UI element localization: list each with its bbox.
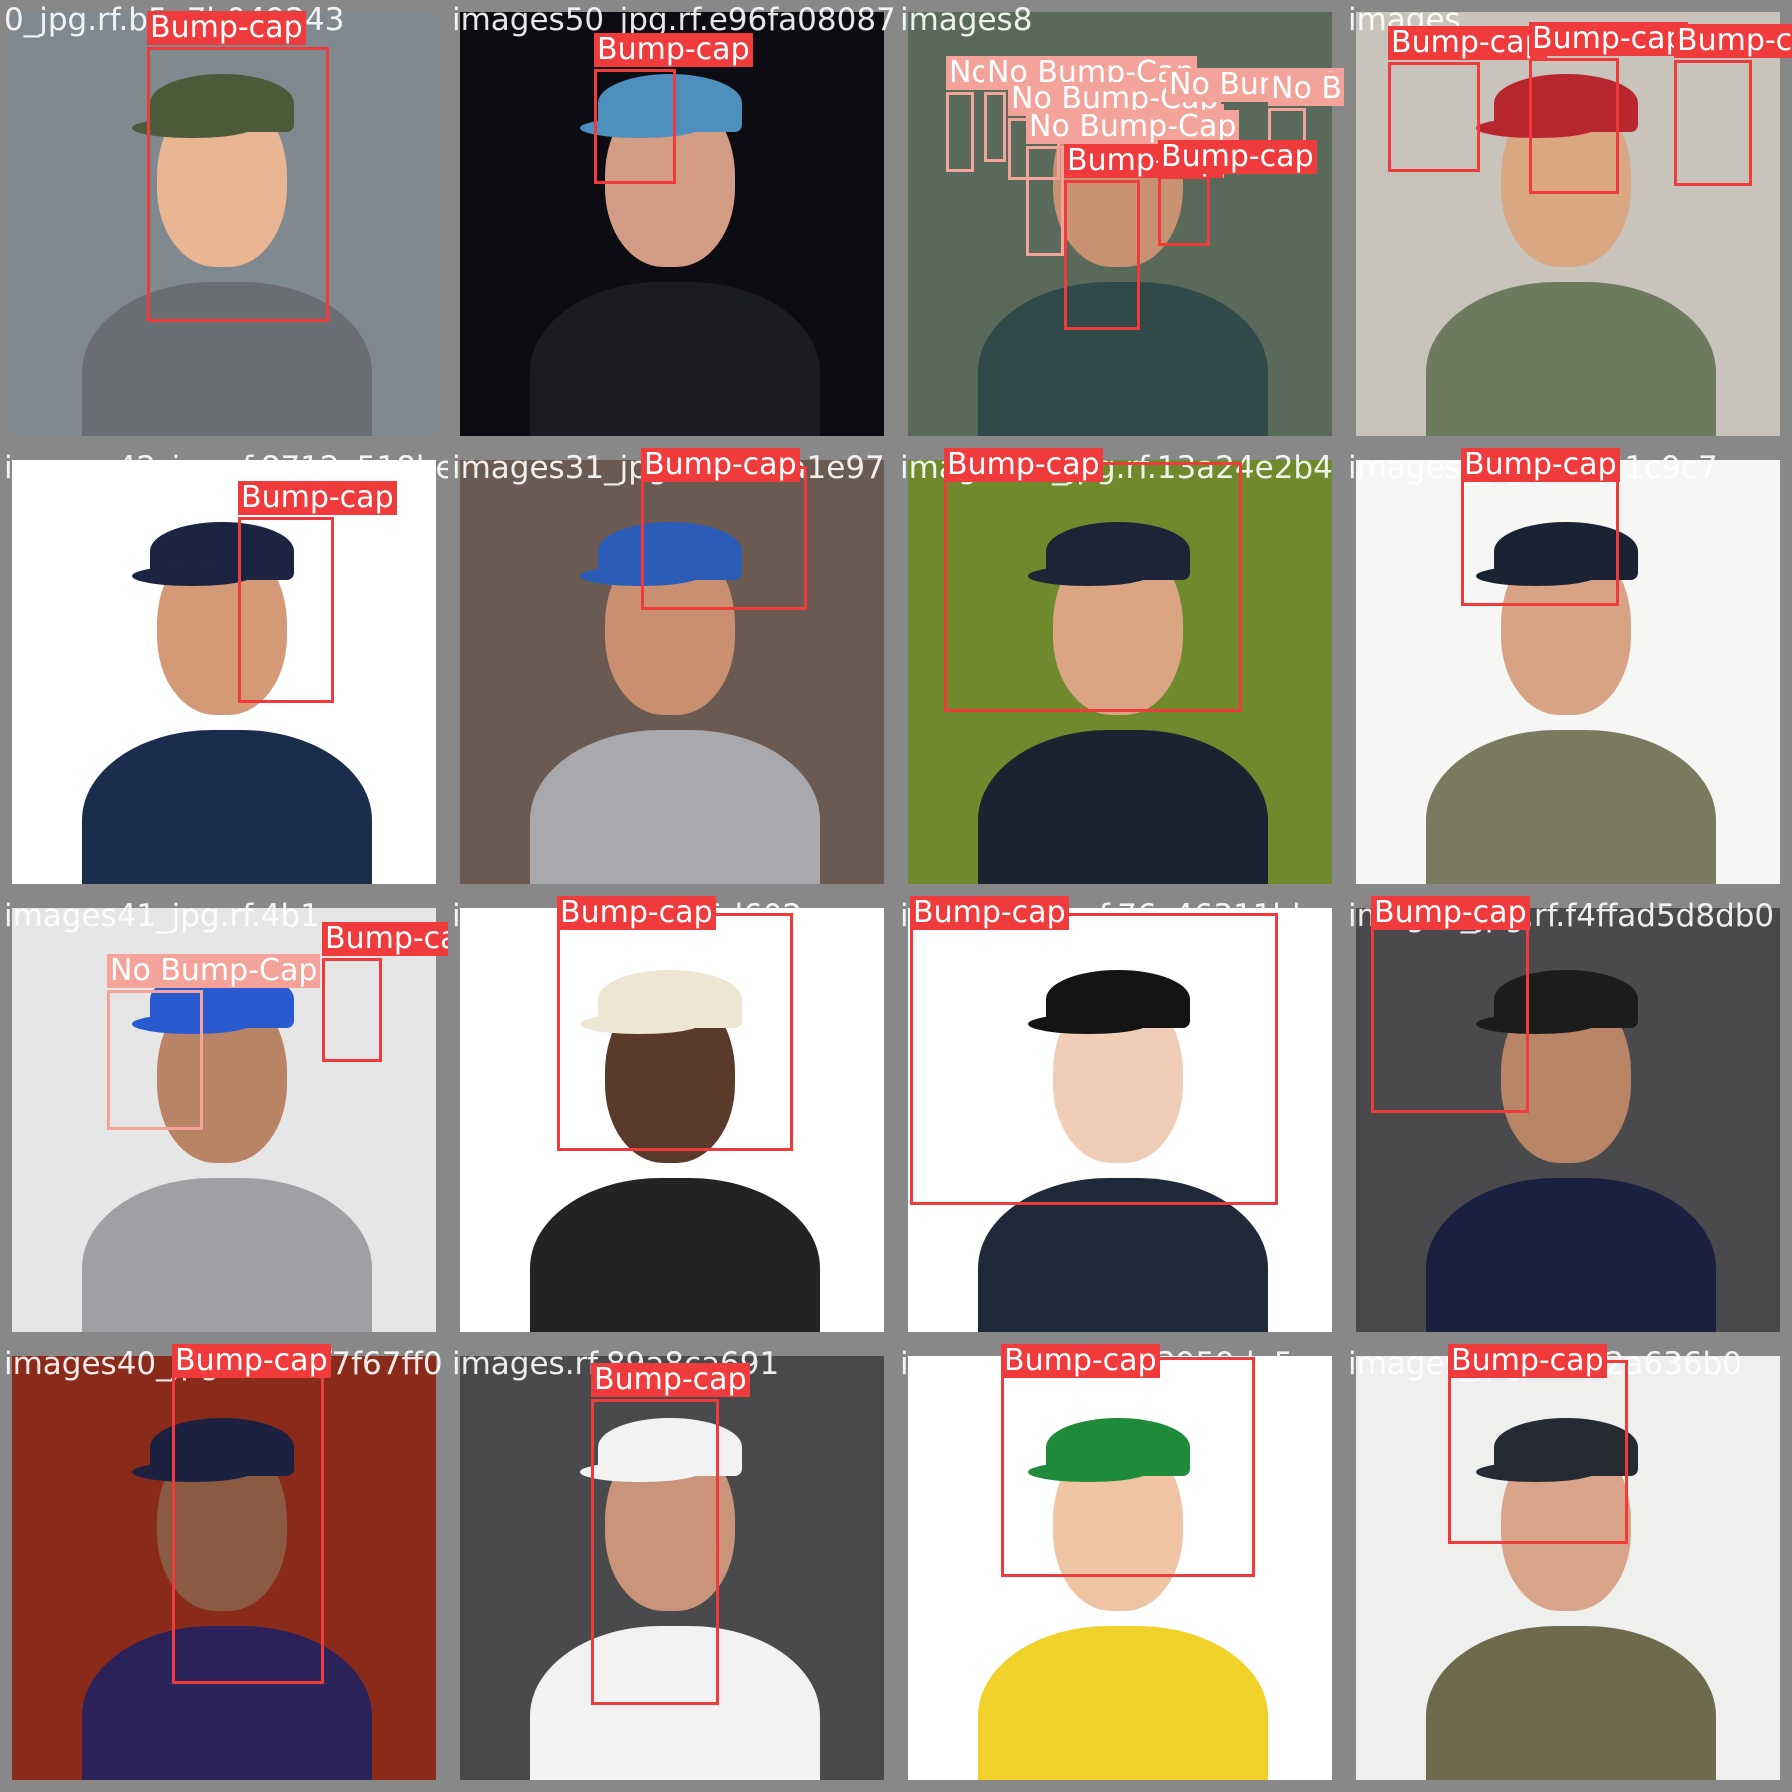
detection-label: Bump-cap [1448, 1344, 1607, 1378]
detection-box [591, 1399, 719, 1705]
image-tile: images_jpg.rf.ba3959de5Bump-cap [896, 1344, 1344, 1792]
detection-label: Bump-cap [944, 448, 1103, 482]
detection-box [1026, 146, 1064, 256]
detection-label: Bump-cap [591, 1363, 750, 1397]
person-torso [530, 282, 820, 436]
person-torso [530, 730, 820, 884]
detection-label: Bump-cap [910, 896, 1069, 930]
detection-box [1371, 913, 1529, 1113]
image-tile: images50_jpg.rf.e96fa08087 Bump-cap [448, 0, 896, 448]
detection-label: Bump-cap [147, 11, 306, 45]
person-torso [1426, 282, 1716, 436]
detection-box [1461, 464, 1619, 606]
image-tile: images89_jpg.rf.13a24e2b4 Bump-cap [896, 448, 1344, 896]
image-filename: images8 [900, 2, 1033, 38]
detection-label: Bump-cap [1371, 896, 1530, 930]
image-tile: images_jpg.rf.d051c9c7Bump-cap [1344, 448, 1792, 896]
image-tile: images.rf.ebbd15d602Bump-cap [448, 896, 896, 1344]
detection-grid: 0_jpg.rf.b5a7b049243Bump-capimages50_jpg… [0, 0, 1792, 1792]
detection-label: Bump-cap [1674, 24, 1792, 58]
person-torso [530, 1178, 820, 1332]
detection-box [1001, 1357, 1255, 1577]
detection-label: Bump-cap [1388, 26, 1547, 60]
detection-label: Bump-cap [1158, 140, 1317, 174]
detection-label: Bump-cap [557, 896, 716, 930]
image-tile: images_jpg.rf.f4ffad5d8db0 Bump-cap [1344, 896, 1792, 1344]
detection-box [1448, 1360, 1628, 1544]
detection-box [1529, 58, 1619, 194]
detection-box [238, 517, 334, 703]
image-tile: imagesBump-capBump-capBump-cap [1344, 0, 1792, 448]
detection-box [322, 958, 382, 1062]
detection-box [557, 913, 793, 1151]
detection-box [147, 47, 329, 322]
image-tile: images31_jpg.rf.d21ba1e97Bump-cap [448, 448, 896, 896]
detection-box [172, 1358, 324, 1684]
detection-box [1674, 60, 1752, 186]
detection-box [1064, 180, 1140, 330]
detection-label: Bump-cap [1001, 1344, 1160, 1378]
image-tile: images.rf.89a8ca691Bump-cap [448, 1344, 896, 1792]
detection-box [641, 466, 807, 610]
image-tile: images40_jpg.rf.57 ff7f67ff0 Bump-cap [0, 1344, 448, 1792]
detection-box [1388, 62, 1480, 172]
detection-box [946, 92, 974, 172]
detection-label: No Bump-Cap [1268, 72, 1344, 106]
image-tile: images_jpg.rf.76c46311bb Bump-cap [896, 896, 1344, 1344]
image-filename: images41_jpg.rf.4b1 [4, 898, 320, 934]
image-tile: images_jpg.rf.bd2a636b0Bump-cap [1344, 1344, 1792, 1792]
detection-box [1158, 176, 1210, 246]
person-torso [978, 730, 1268, 884]
person-torso [1426, 730, 1716, 884]
image-tile: 0_jpg.rf.b5a7b049243Bump-cap [0, 0, 448, 448]
tile-photo [12, 460, 436, 884]
detection-label: Bump-cap [238, 481, 397, 515]
detection-box [594, 69, 676, 184]
person-torso [82, 730, 372, 884]
cap-brim [132, 566, 252, 586]
person-torso [82, 1178, 372, 1332]
image-tile: images41_jpg.rf.4b1 No Bump-CapBump-cap [0, 896, 448, 1344]
detection-box [107, 990, 203, 1130]
detection-label: Bump-cap [1461, 448, 1620, 482]
person-torso [1426, 1626, 1716, 1780]
detection-box [944, 462, 1242, 712]
detection-box [984, 92, 1006, 162]
person-torso [978, 1626, 1268, 1780]
person-torso [1426, 1178, 1716, 1332]
detection-label: Bump-cap [594, 33, 753, 67]
detection-label: No Bump-Cap [107, 954, 321, 988]
image-tile: images42_jpg.rf.8712c518be Bump-cap [0, 448, 448, 896]
detection-label: Bump-cap [641, 448, 800, 482]
detection-label: Bump-cap [1529, 22, 1688, 56]
image-tile: images8No Bump-CapNo Bump-CapNo Bump-Cap… [896, 0, 1344, 448]
detection-box [910, 913, 1278, 1205]
detection-label: Bump-cap [172, 1344, 331, 1378]
person-figure [12, 460, 436, 884]
detection-label: Bump-cap [322, 922, 448, 956]
